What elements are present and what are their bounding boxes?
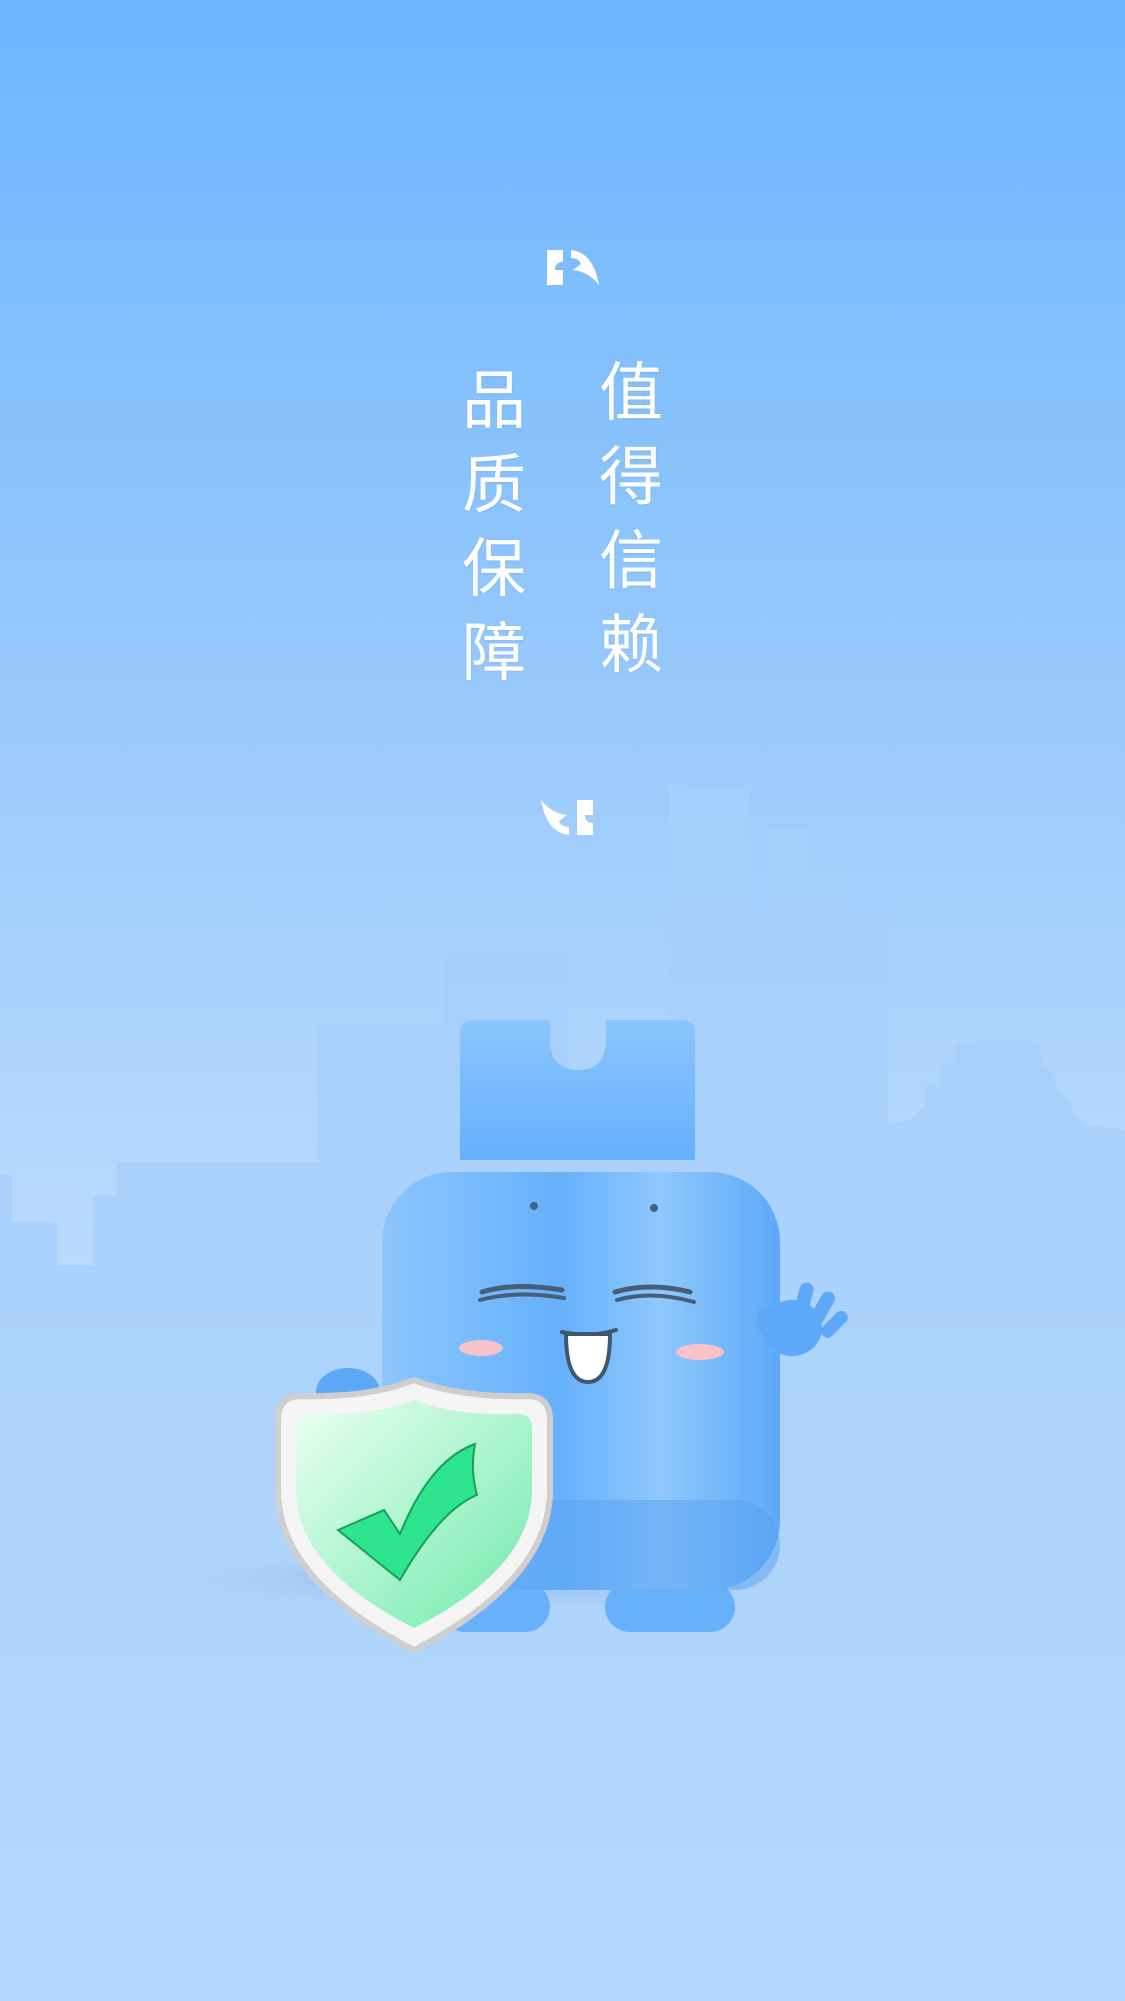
slogan-quality-guarantee: 品 质 保 障 [454,360,534,696]
slogan-char: 品 [462,365,526,439]
slogan-char: 得 [599,441,663,515]
slogan-char: 质 [462,449,526,523]
slogan-char: 值 [599,357,663,431]
slogan-char: 保 [462,533,526,607]
open-quote-icon [547,250,599,285]
water-jug-mascot-illustration [180,1020,848,1654]
splash-screen: 品 质 保 障 值 得 信 赖 [0,0,1125,2001]
slogan-char: 信 [599,525,663,599]
slogan-trustworthy: 值 得 信 赖 [591,352,671,688]
slogan-char: 障 [462,617,526,691]
close-quote-icon [541,800,593,835]
slogan-char: 赖 [599,609,663,683]
